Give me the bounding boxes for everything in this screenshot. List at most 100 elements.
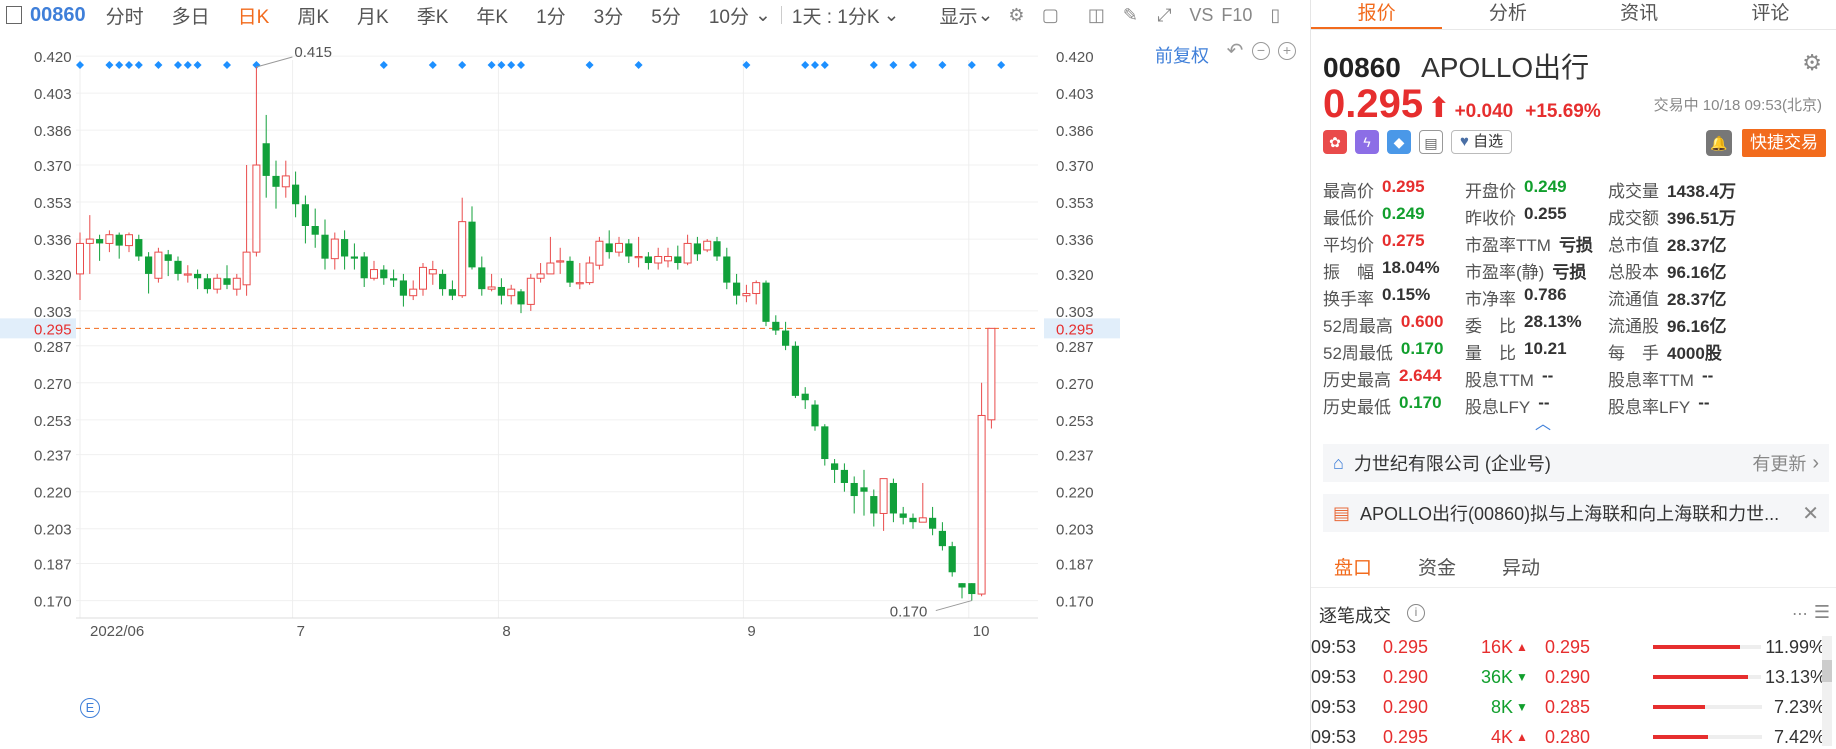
distribution-row: 0.290 13.13% xyxy=(1545,662,1826,692)
bell-icon[interactable]: 🔔 xyxy=(1706,130,1732,156)
news-more-link[interactable]: 有更新 xyxy=(1752,450,1806,476)
candle-body-down xyxy=(174,260,182,274)
tab-analysis[interactable]: 分析 xyxy=(1442,0,1573,29)
camera-icon[interactable]: ◫ xyxy=(1085,5,1107,25)
f10-button[interactable]: F10 xyxy=(1221,5,1252,25)
candle-body-up xyxy=(105,234,114,244)
bookmark-icon[interactable]: ▤ xyxy=(1419,130,1443,154)
tab-timeshare[interactable]: 分时 xyxy=(106,2,144,29)
trades-title: 逐笔成交 xyxy=(1319,606,1391,626)
menu-icon[interactable]: ☰ xyxy=(1814,602,1830,623)
tag-icon[interactable]: ◆ xyxy=(1387,130,1411,154)
more-tabs-chevron-icon[interactable]: ⌄ xyxy=(755,4,771,27)
event-marker-icon[interactable]: E xyxy=(80,698,100,718)
quote-label: 52周最低 xyxy=(1323,344,1393,363)
candle-body-up xyxy=(556,260,565,263)
chevron-down-icon[interactable]: ⌄ xyxy=(884,4,900,27)
display-menu[interactable]: 显示 xyxy=(939,2,977,29)
dist-pct: 7.42% xyxy=(1773,726,1825,747)
chevron-down-icon[interactable]: ⌄ xyxy=(977,4,993,27)
tab-quarterly-k[interactable]: 季K xyxy=(417,2,449,29)
add-watchlist-button[interactable]: ♥ 自选 xyxy=(1451,130,1513,154)
tab-unusual[interactable]: 异动 xyxy=(1479,552,1563,587)
tab-yearly-k[interactable]: 年K xyxy=(476,2,508,29)
tab-order-book[interactable]: 盘口 xyxy=(1311,552,1395,587)
collapse-chevron-icon[interactable]: ︿ xyxy=(1535,410,1551,434)
pencil-icon[interactable]: ✎ xyxy=(1119,5,1141,25)
quote-cell: 平均价 0.275 xyxy=(1323,231,1465,256)
y-tick-label-right: 0.336 xyxy=(1056,232,1094,249)
vs-compare-button[interactable]: VS xyxy=(1189,5,1213,25)
tab-capital[interactable]: 资金 xyxy=(1395,552,1479,587)
tab-weekly-k[interactable]: 周K xyxy=(297,2,329,29)
gear-icon[interactable]: ⚙ xyxy=(1802,50,1822,76)
y-tick-label-left: 0.187 xyxy=(34,557,72,574)
kline-chart-svg[interactable]: 0.420 0.420 0.403 0.403 0.386 0.386 0.370 0.370… xyxy=(0,30,1310,749)
candle-body-down xyxy=(223,278,231,285)
kline-chart[interactable]: 0.420 0.420 0.403 0.403 0.386 0.386 0.370 0.370… xyxy=(0,30,1310,749)
candle-body-up xyxy=(987,327,996,421)
scrollbar-thumb[interactable] xyxy=(1822,660,1832,682)
y-tick-label-left: 0.420 xyxy=(34,49,72,66)
news-item-announcement[interactable]: ▤ APOLLO出行(00860)拟与上海联和向上海联和力世... ✕ xyxy=(1323,494,1829,532)
candle-body-down xyxy=(948,546,956,573)
event-diamond-icon xyxy=(869,61,878,69)
zoom-out-icon[interactable]: − xyxy=(1252,42,1270,60)
more-options-icon[interactable]: ⋯ xyxy=(1792,604,1808,624)
candle-body-up xyxy=(154,251,163,279)
candle-body-up xyxy=(370,269,378,279)
candle-body-down xyxy=(870,496,878,514)
tab-quote[interactable]: 报价 xyxy=(1311,0,1443,29)
candle-body-up xyxy=(507,288,516,297)
price-row: 0.295 ⬆ +0.040 +15.69% xyxy=(1323,82,1613,127)
candle-body-up xyxy=(183,273,192,276)
tab-1min[interactable]: 1分 xyxy=(536,2,566,29)
hk-flag-icon[interactable]: ✿ xyxy=(1323,130,1347,154)
event-diamond-icon xyxy=(115,61,124,69)
candle-body-up xyxy=(977,414,986,595)
quote-value: 96.16亿 xyxy=(1667,263,1727,282)
quote-row: 历史最高 2.644 股息TTM -- 股息率TTM -- xyxy=(1323,365,1833,392)
price-adjust-toggle[interactable]: 前复权 xyxy=(1155,42,1209,68)
tab-daily-k[interactable]: 日K xyxy=(238,2,270,29)
chevron-right-icon[interactable]: › xyxy=(1812,452,1819,475)
lightning-icon[interactable]: ϟ xyxy=(1355,130,1379,154)
y-tick-label-right: 0.203 xyxy=(1056,522,1094,539)
tab-10min[interactable]: 10分 xyxy=(709,2,749,29)
settings-gear-icon[interactable]: ⚙ xyxy=(1005,5,1027,25)
panel-toggle-icon[interactable]: ▯ xyxy=(1264,5,1286,25)
tab-5min[interactable]: 5分 xyxy=(651,2,681,29)
layout-square-icon[interactable]: ▢ xyxy=(1039,5,1061,25)
current-price-label-right: 0.295 xyxy=(1056,321,1094,338)
quote-cell: 52周最低 0.170 xyxy=(1323,339,1465,364)
tab-comments[interactable]: 评论 xyxy=(1705,0,1836,29)
zoom-in-icon[interactable]: + xyxy=(1278,42,1296,60)
quick-trade-button[interactable]: 快捷交易 xyxy=(1742,129,1826,157)
close-icon[interactable]: ✕ xyxy=(1802,501,1819,526)
dist-price: 0.295 xyxy=(1545,636,1591,657)
quote-cell: 总股本 96.16亿 xyxy=(1608,258,1808,283)
event-diamond-icon xyxy=(909,61,917,69)
dist-pct: 11.99% xyxy=(1765,636,1825,657)
event-diamond-icon xyxy=(76,61,84,69)
quote-label: 流通值 xyxy=(1608,290,1659,309)
trading-status: 交易中 10/18 09:53(北京) xyxy=(1653,97,1822,114)
event-diamond-icon xyxy=(428,61,437,69)
fullscreen-icon[interactable]: ⤢ xyxy=(1153,5,1175,25)
scrollbar[interactable] xyxy=(1822,636,1832,746)
undo-icon[interactable]: ↶ xyxy=(1226,41,1244,61)
interval-select[interactable]: 1天 : 1分K xyxy=(792,2,880,29)
tab-3min[interactable]: 3分 xyxy=(594,2,624,29)
candle-body-up xyxy=(546,262,555,275)
quote-row: 振 幅 18.04% 市盈率(静) 亏损 总股本 96.16亿 xyxy=(1323,257,1833,284)
tab-multiday[interactable]: 多日 xyxy=(172,2,210,29)
sidebar-toggle-icon[interactable] xyxy=(6,6,22,24)
event-diamond-icon xyxy=(134,61,143,69)
news-text: APOLLO出行(00860)拟与上海联和向上海联和力世... xyxy=(1360,504,1780,524)
news-item-company[interactable]: ⌂ 力世纪有限公司 (企业号) 有更新 › xyxy=(1323,444,1829,482)
tab-monthly-k[interactable]: 月K xyxy=(357,2,389,29)
info-icon[interactable]: i xyxy=(1407,604,1425,622)
quote-cell: 流通值 28.37亿 xyxy=(1608,285,1808,310)
tab-news[interactable]: 资讯 xyxy=(1574,0,1705,29)
quote-cell: 历史最低 0.170 xyxy=(1323,393,1465,418)
